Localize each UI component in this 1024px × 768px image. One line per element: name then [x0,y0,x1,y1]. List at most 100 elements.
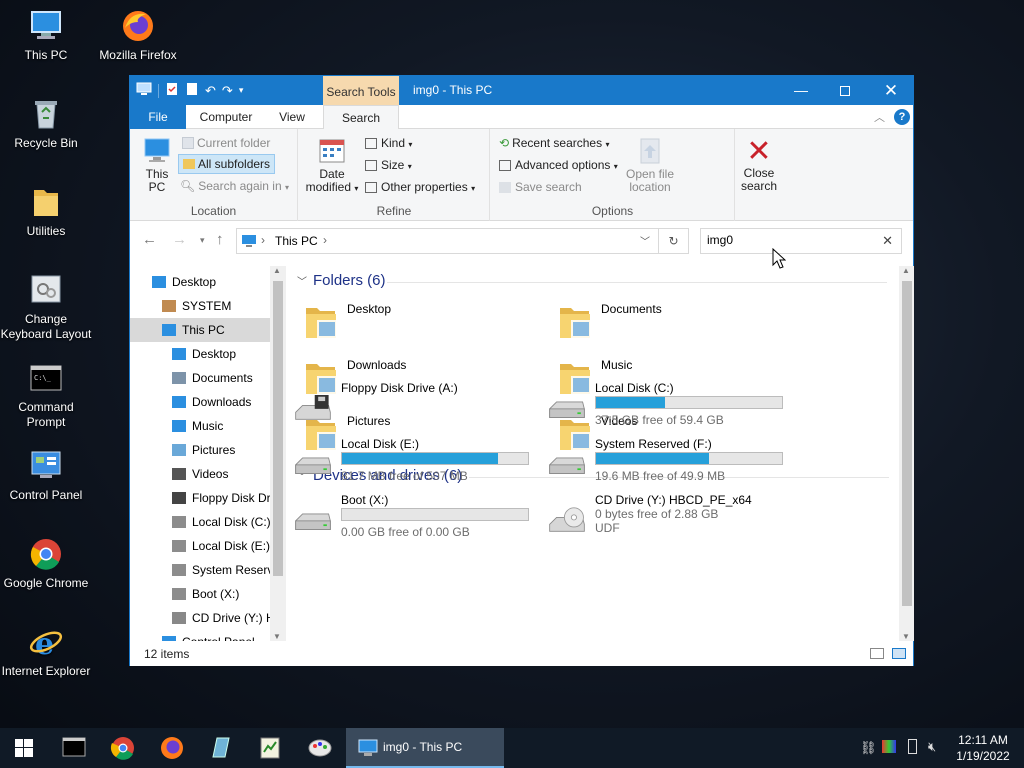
scroll-down-icon[interactable]: ▼ [902,632,910,641]
other-properties-button[interactable]: Other properties ▾ [365,180,475,194]
recent-locations-button[interactable]: ▾ [200,235,205,246]
nav-item[interactable]: Pictures [130,438,270,462]
keyboard-settings-icon [28,272,64,308]
breadcrumb-this-pc[interactable]: This PC [275,234,318,248]
content-scrollbar[interactable]: ▲ ▼ [899,266,914,641]
taskbar-notepad[interactable] [197,728,245,768]
date-modified-button[interactable]: Date modified ▾ [303,137,361,195]
tab-search[interactable]: Search [323,105,399,130]
large-icons-view-icon[interactable] [892,648,906,659]
drive-item[interactable]: Floppy Disk Drive (A:) [291,381,541,433]
back-button[interactable]: ← [142,231,157,248]
properties-icon[interactable] [165,82,179,99]
recent-searches-button[interactable]: ⟲ Recent searches ▾ [499,136,609,150]
search-box[interactable]: ✕ [700,228,902,254]
scroll-up-icon[interactable]: ▲ [902,266,910,275]
folder-item[interactable]: Documents [556,296,796,346]
collapse-ribbon-icon[interactable]: ︿ [874,109,885,125]
clear-search-icon[interactable]: ✕ [882,233,893,249]
nav-item[interactable]: Boot (X:) [130,582,270,606]
customize-toolbar-icon[interactable]: ▾ [239,85,244,96]
desktop-icon-internet-explorer[interactable]: e Internet Explorer [0,624,92,679]
nav-item[interactable]: Videos [130,462,270,486]
desktop-icon-control-panel[interactable]: Control Panel [0,448,92,503]
desktop-icon-command-prompt[interactable]: C:\_ Command Prompt [0,360,92,430]
drive-item[interactable]: CD Drive (Y:) HBCD_PE_x64 0 bytes free of… [545,493,795,545]
drive-item[interactable]: Local Disk (E:) 81.7 MB free of 507 MB [291,437,541,489]
usb-icon[interactable] [908,739,917,754]
tab-view[interactable]: View [268,105,316,129]
scroll-up-icon[interactable]: ▲ [273,266,281,275]
taskbar-chrome[interactable] [99,728,147,768]
nav-pane-scrollbar[interactable]: ▲ ▼ [270,266,286,641]
drive-item[interactable]: System Reserved (F:) 19.6 MB free of 49.9… [545,437,795,489]
close-search-button[interactable]: ✕ Close search [736,137,782,193]
help-icon[interactable]: ? [894,109,910,125]
taskbar-explorer-window[interactable]: img0 - This PC [346,728,504,768]
display-icon[interactable] [882,740,896,753]
nav-item[interactable]: Desktop [130,342,270,366]
start-button[interactable] [0,728,48,768]
open-file-location-button[interactable]: Open file location [621,137,679,194]
all-subfolders-button[interactable]: All subfolders [178,154,276,174]
kind-button[interactable]: Kind ▾ [365,136,412,150]
redo-icon[interactable]: ↷ [222,83,233,99]
tab-file[interactable]: File [130,105,186,129]
volume-muted-icon[interactable]: 🔇︎ [928,739,936,755]
nav-item[interactable]: Music [130,414,270,438]
taskbar-paint[interactable] [296,728,344,768]
nav-item[interactable]: Downloads [130,390,270,414]
folder-item[interactable]: Desktop [302,296,542,346]
drive-item[interactable]: Boot (X:) 0.00 GB free of 0.00 GB [291,493,541,545]
desktop-icon-firefox[interactable]: Mozilla Firefox [92,8,184,63]
drive-item[interactable]: Local Disk (C:) 37.5 GB free of 59.4 GB [545,381,795,433]
advanced-options-button[interactable]: Advanced options ▾ [499,158,618,172]
folders-group-header[interactable]: ﹀ Folders (6) [297,272,887,289]
taskbar-command-prompt[interactable] [50,728,98,768]
nav-item[interactable]: Documents [130,366,270,390]
minimize-button[interactable]: — [778,76,824,105]
network-icon[interactable]: ⛓ [860,740,877,756]
this-pc-scope-button[interactable]: This PC [140,137,174,194]
size-button[interactable]: Size ▾ [365,158,412,172]
scroll-down-icon[interactable]: ▼ [273,632,281,641]
taskbar-editor[interactable] [246,728,294,768]
undo-icon[interactable]: ↶ [205,83,216,99]
desktop-icon-label: Recycle Bin [14,136,78,150]
nav-item[interactable]: This PC [130,318,270,342]
nav-item[interactable]: Local Disk (E:) [130,534,270,558]
details-view-icon[interactable] [870,648,884,659]
tab-computer[interactable]: Computer [192,105,260,129]
desktop-icon-keyboard-layout[interactable]: Change Keyboard Layout [0,272,92,342]
desktop-icon-utilities[interactable]: Utilities [0,184,92,239]
scroll-thumb[interactable] [273,281,283,576]
clock[interactable]: 12:11 AM 1/19/2022 [948,732,1018,764]
address-bar[interactable]: › This PC › ﹀ [236,228,659,254]
collapse-group-icon[interactable]: ﹀ [297,277,307,288]
desktop-icon-chrome[interactable]: Google Chrome [0,536,92,591]
refresh-button[interactable]: ↻ [659,228,689,254]
current-folder-button[interactable]: Current folder [182,136,270,150]
nav-item[interactable]: System Reserve [130,558,270,582]
save-search-button[interactable]: Save search [499,180,582,194]
search-again-in-button[interactable]: 🔍︎ Search again in ▾ [180,179,289,193]
taskbar-firefox[interactable] [148,728,196,768]
scroll-thumb[interactable] [902,281,912,606]
up-button[interactable]: ↑ [216,231,224,248]
close-button[interactable]: ✕ [868,76,914,105]
nav-item[interactable]: Control Panel [130,630,270,641]
breadcrumb-separator-icon: › [261,233,265,247]
title-bar[interactable]: ↶ ↷ ▾ Search Tools img0 - This PC — ✕ [130,76,913,105]
nav-item[interactable]: Desktop [130,270,270,294]
forward-button[interactable]: → [172,231,187,248]
nav-item[interactable]: Floppy Disk Dri [130,486,270,510]
maximize-button[interactable] [822,76,868,105]
search-input[interactable] [707,233,877,247]
desktop-icon-this-pc[interactable]: This PC [0,8,92,63]
desktop-icon-recycle-bin[interactable]: Recycle Bin [0,96,92,151]
address-dropdown-icon[interactable]: ﹀ [640,233,650,248]
nav-item[interactable]: Local Disk (C:) [130,510,270,534]
new-folder-icon[interactable] [185,82,199,99]
nav-item[interactable]: SYSTEM [130,294,270,318]
nav-item[interactable]: CD Drive (Y:) H [130,606,270,630]
